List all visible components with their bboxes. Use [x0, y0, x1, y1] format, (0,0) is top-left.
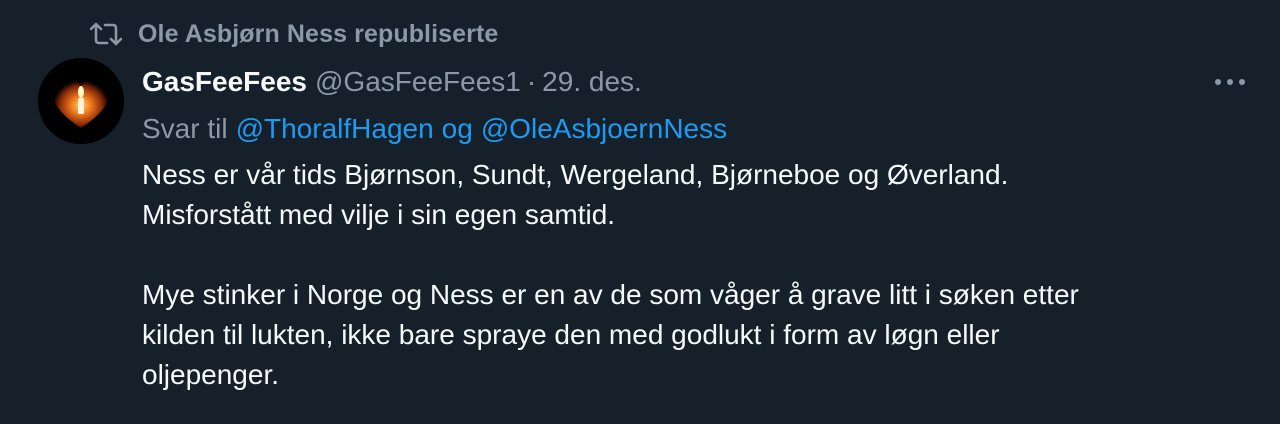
separator: ·	[526, 66, 537, 97]
more-options-button[interactable]	[1208, 64, 1252, 100]
mention-oleasbjoernness[interactable]: @OleAsbjoernNess	[481, 113, 727, 145]
heart-candle-avatar-icon	[38, 58, 124, 144]
repost-icon	[88, 19, 124, 49]
tweet-line: Misforstått med vilje i sin egen samtid.	[142, 199, 616, 230]
reply-prefix: Svar til	[142, 113, 228, 144]
tweet-line: Mye stinker i Norge og Ness er en av de …	[142, 279, 1079, 310]
tweet-line: Ness er vår tids Bjørnson, Sundt, Wergel…	[142, 159, 1009, 190]
tweet-line: oljepenger.	[142, 359, 280, 390]
avatar[interactable]	[38, 58, 124, 144]
display-name[interactable]: GasFeeFees	[142, 66, 307, 98]
user-handle[interactable]: @GasFeeFees1	[315, 66, 521, 98]
timestamp[interactable]: 29. des.	[542, 66, 642, 98]
tweet-header: GasFeeFees @GasFeeFees1 · 29. des.	[142, 60, 642, 104]
repost-indicator[interactable]: Ole Asbjørn Ness republiserte	[88, 18, 498, 50]
repost-text[interactable]: Ole Asbjørn Ness republiserte	[138, 20, 498, 49]
more-icon	[1215, 79, 1245, 85]
mention-thoralfhagen[interactable]: @ThoralfHagen	[236, 113, 434, 145]
reply-context: Svar til @ThoralfHagen og @OleAsbjoernNe…	[142, 108, 727, 150]
tweet-line: kilden til lukten, ikke bare spraye den …	[142, 319, 1000, 350]
reply-joiner: og	[441, 113, 473, 144]
tweet-text: Ness er vår tids Bjørnson, Sundt, Wergel…	[142, 155, 1252, 395]
